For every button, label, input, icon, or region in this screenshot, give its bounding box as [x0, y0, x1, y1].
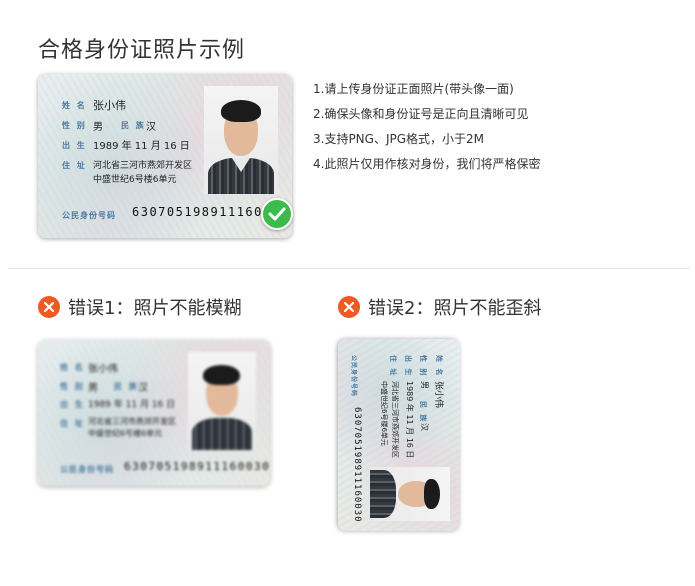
name-label: 姓 名: [435, 355, 443, 378]
ethnic-label: 民 族: [419, 401, 427, 424]
error-label: 错误1：照片不能模糊: [68, 298, 242, 319]
upload-requirements-list: 1.请上传身份证正面照片(带头像一面) 2.确保头像和身份证号是正向且清晰可见 …: [313, 81, 540, 181]
birth-label: 出 生: [60, 400, 85, 409]
rule-item: 2.确保头像和身份证号是正向且清晰可见: [313, 107, 529, 121]
address-line1: 河北省三河市燕郊开发区: [93, 161, 193, 171]
id-number-value: 630705198911160030: [352, 407, 362, 523]
rule-item: 1.请上传身份证正面照片(带头像一面): [313, 82, 514, 96]
ethnic-value: 汉: [138, 383, 148, 394]
sex-label: 性 别: [62, 121, 87, 130]
address-line1: 河北省三河市燕郊开发区: [88, 417, 176, 426]
sex-value: 男: [420, 381, 429, 389]
address-line2: 中盛世纪6号楼6单元: [93, 175, 177, 185]
sex-label: 性 别: [60, 382, 85, 391]
section-divider: [8, 268, 690, 269]
check-icon: [261, 198, 293, 230]
valid-id-card-example: 姓 名 张小伟 性 别 男 民 族 汉 出 生 1989 年 11 月 16 日…: [38, 74, 292, 238]
error-label: 错误2：照片不能歪斜: [368, 298, 542, 319]
birth-value: 1989 年 11 月 16 日: [93, 141, 190, 152]
name-value: 张小伟: [88, 364, 118, 375]
sex-value: 男: [93, 122, 103, 133]
name-label: 姓 名: [60, 363, 85, 372]
address-line2: 中盛世纪6号楼6单元: [380, 381, 388, 446]
birth-value: 1989 年 11 月 16 日: [405, 381, 414, 459]
ethnic-label: 民 族: [114, 382, 139, 391]
ethnic-value: 汉: [146, 122, 156, 133]
name-value: 张小伟: [93, 99, 126, 112]
address-label: 住 址: [62, 161, 87, 170]
address-line2: 中盛世纪6号楼6单元: [88, 429, 163, 438]
name-label: 姓 名: [62, 101, 87, 110]
portrait-photo: [370, 467, 450, 521]
id-number-label: 公民身份号码: [60, 465, 114, 474]
ethnic-label: 民 族: [121, 121, 146, 130]
ethnic-value: 汉: [420, 423, 429, 431]
address-label: 住 址: [389, 355, 397, 378]
error-example-tilted: 错误2：照片不能歪斜: [338, 294, 541, 320]
birth-value: 1989 年 11 月 16 日: [88, 400, 176, 410]
portrait-photo: [204, 86, 278, 194]
rule-item: 4.此照片仅用作核对身份，我们将严格保密: [313, 157, 541, 171]
tilted-id-card-example: 姓 名 张小伟 性 别 男 民 族 汉 出 生 1989 年 11 月 16 日…: [338, 339, 460, 531]
portrait-photo: [188, 352, 256, 450]
birth-label: 出 生: [62, 141, 87, 150]
address-line1: 河北省三河市燕郊开发区: [391, 381, 399, 458]
birth-label: 出 生: [404, 355, 412, 378]
id-number-label: 公民身份号码: [350, 355, 357, 398]
sex-value: 男: [88, 383, 98, 394]
blurry-id-card-example: 姓 名 张小伟 性 别 男 民 族 汉 出 生 1989 年 11 月 16 日…: [38, 340, 270, 486]
sex-label: 性 别: [419, 355, 427, 378]
address-label: 住 址: [60, 419, 85, 428]
name-value: 张小伟: [433, 381, 443, 409]
id-number-label: 公民身份号码: [62, 211, 116, 220]
error-example-blurry: 错误1：照片不能模糊: [38, 294, 241, 320]
error-x-icon: [38, 296, 60, 318]
page-title: 合格身份证照片示例: [38, 38, 246, 63]
id-number-value: 630705198911160030: [124, 460, 270, 473]
rule-item: 3.支持PNG、JPG格式，小于2M: [313, 132, 485, 146]
error-x-icon: [338, 296, 360, 318]
